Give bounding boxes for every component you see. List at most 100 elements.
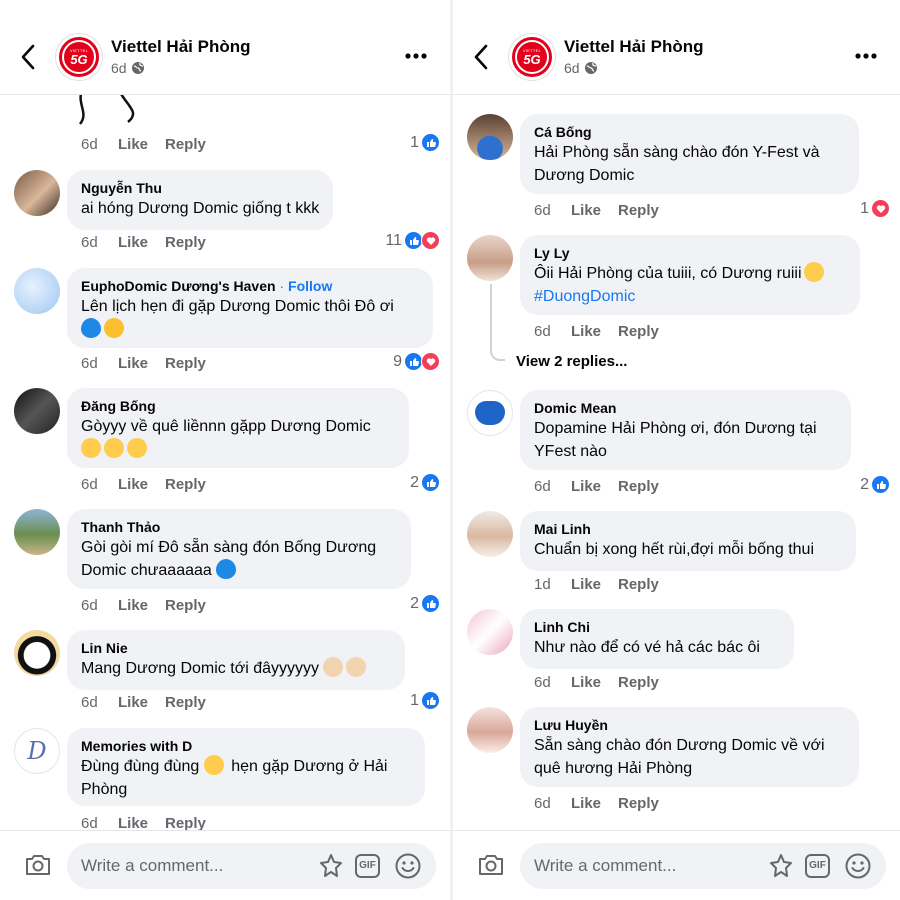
comment-author[interactable]: Lưu Huyền xyxy=(534,716,845,734)
comment-actions: 6d Like Reply xyxy=(81,234,206,251)
comment-author[interactable]: Nguyễn Thu xyxy=(81,179,319,197)
more-options-icon[interactable] xyxy=(404,52,428,60)
page-title[interactable]: Viettel Hải Phòng xyxy=(111,37,251,57)
like-button[interactable]: Like xyxy=(118,694,165,711)
reply-button[interactable]: Reply xyxy=(618,202,659,219)
reply-button[interactable]: Reply xyxy=(618,795,659,812)
reaction-count[interactable]: 9 xyxy=(393,352,440,371)
avatar[interactable] xyxy=(14,388,60,434)
avatar[interactable] xyxy=(467,235,513,281)
like-button[interactable]: Like xyxy=(571,202,618,219)
comment-author[interactable]: EuphoDomic Dương's Haven xyxy=(81,278,276,294)
comment-author[interactable]: Mai Linh xyxy=(534,520,842,538)
comment-input[interactable]: Write a comment... GIF xyxy=(520,843,886,889)
reply-button[interactable]: Reply xyxy=(165,234,206,251)
avatar[interactable] xyxy=(467,511,513,557)
like-button[interactable]: Like xyxy=(118,234,165,251)
like-reaction-icon xyxy=(421,594,440,613)
logo-text: 5G xyxy=(523,52,541,67)
reply-button[interactable]: Reply xyxy=(165,476,206,493)
thumbs-up-emoji-icon xyxy=(323,657,344,677)
reaction-count[interactable]: 2 xyxy=(410,473,440,492)
like-button[interactable]: Like xyxy=(118,476,165,493)
reply-button[interactable]: Reply xyxy=(165,136,206,153)
sticker-icon[interactable] xyxy=(318,853,344,879)
emoji-icon[interactable] xyxy=(394,852,422,880)
comment-text: Gòi gòi mí Đô sẵn sàng đón Bống Dương xyxy=(81,539,377,556)
comment-text-line: Đùng đùng đùng hẹn gặp Dương ở Hải xyxy=(81,755,411,778)
like-button[interactable]: Like xyxy=(118,136,165,153)
comment-author[interactable]: Cá Bống xyxy=(534,123,845,141)
reaction-count[interactable]: 2 xyxy=(860,475,890,494)
reply-button[interactable]: Reply xyxy=(618,478,659,495)
gif-button[interactable]: GIF xyxy=(805,854,830,878)
reply-button[interactable]: Reply xyxy=(618,674,659,691)
like-button[interactable]: Like xyxy=(118,355,165,372)
sticker-icon[interactable] xyxy=(768,853,794,879)
comment-actions: 6d Like Reply xyxy=(534,323,659,340)
reaction-count[interactable]: 1 xyxy=(860,199,890,218)
avatar[interactable] xyxy=(467,114,513,160)
like-button[interactable]: Like xyxy=(571,795,618,812)
avatar[interactable] xyxy=(14,509,60,555)
comment-text: Hải Phòng sẵn sàng chào đón Y-Fest và xyxy=(534,144,820,161)
reply-button[interactable]: Reply xyxy=(618,323,659,340)
like-button[interactable]: Like xyxy=(118,597,165,614)
follow-button[interactable]: Follow xyxy=(288,278,332,294)
emoji-icon[interactable] xyxy=(844,852,872,880)
reaction-count[interactable]: 1 xyxy=(410,691,440,710)
reply-button[interactable]: Reply xyxy=(618,576,659,593)
reaction-count[interactable]: 1 xyxy=(410,133,440,152)
avatar[interactable] xyxy=(467,707,513,753)
comment-input[interactable]: Write a comment... GIF xyxy=(67,843,436,889)
gif-button[interactable]: GIF xyxy=(355,854,380,878)
view-replies-link[interactable]: View 2 replies... xyxy=(516,353,627,370)
reaction-count[interactable]: 11 xyxy=(385,231,440,250)
comment-author[interactable]: Memories with D xyxy=(81,737,411,755)
dopamine-logo-icon xyxy=(475,401,505,425)
comment-author[interactable]: Thanh Thảo xyxy=(81,518,397,536)
comment-bubble: EuphoDomic Dương's Haven · Follow Lên lị… xyxy=(67,268,433,348)
comment-author[interactable]: Đăng Bống xyxy=(81,397,395,415)
avatar[interactable] xyxy=(467,609,513,655)
comment-author[interactable]: Linh Chi xyxy=(534,618,780,636)
reply-button[interactable]: Reply xyxy=(165,355,206,372)
comment-actions: 6d Like Reply xyxy=(81,355,206,372)
comment-author[interactable]: Domic Mean xyxy=(534,399,837,417)
hashtag-link[interactable]: #DuongDomic xyxy=(534,285,846,308)
globe-icon xyxy=(584,62,597,74)
reaction-count[interactable]: 2 xyxy=(410,594,440,613)
reaction-number: 11 xyxy=(385,231,402,249)
avatar[interactable] xyxy=(14,630,60,676)
comment-author[interactable]: Lin Nie xyxy=(81,639,391,657)
comment-bubble: Memories with D Đùng đùng đùng hẹn gặp D… xyxy=(67,728,425,806)
like-button[interactable]: Like xyxy=(571,674,618,691)
comment-bubble: Mai Linh Chuẩn bị xong hết rùi,đợi mỗi b… xyxy=(520,511,856,571)
like-button[interactable]: Like xyxy=(571,576,618,593)
page-logo[interactable]: VIETTEL 5G xyxy=(509,34,555,80)
camera-icon[interactable] xyxy=(477,853,505,877)
back-arrow-icon[interactable] xyxy=(20,44,36,70)
comment-author[interactable]: Ly Ly xyxy=(534,244,846,262)
camera-icon[interactable] xyxy=(24,853,52,877)
page-title[interactable]: Viettel Hải Phòng xyxy=(564,37,704,57)
like-button[interactable]: Like xyxy=(571,323,618,340)
comment-text-continued: Domic chưaaaaaa xyxy=(81,562,212,579)
reply-button[interactable]: Reply xyxy=(165,597,206,614)
avatar[interactable]: D xyxy=(14,728,60,774)
avatar[interactable] xyxy=(14,268,60,314)
post-meta: 6d xyxy=(111,60,145,76)
globe-icon xyxy=(131,62,144,74)
page-logo[interactable]: VIETTEL 5G xyxy=(56,34,102,80)
like-reaction-icon xyxy=(871,475,890,494)
comment-text: Lên lịch hẹn đi gặp Dương Domic thôi Đô … xyxy=(81,298,394,315)
reply-button[interactable]: Reply xyxy=(165,694,206,711)
comment-text: Dopamine Hải Phòng ơi, đón Dương tại xyxy=(534,420,817,437)
avatar[interactable] xyxy=(14,170,60,216)
avatar[interactable] xyxy=(467,390,513,436)
back-arrow-icon[interactable] xyxy=(473,44,489,70)
reaction-number: 2 xyxy=(860,475,869,493)
like-button[interactable]: Like xyxy=(571,478,618,495)
more-options-icon[interactable] xyxy=(854,52,878,60)
comment-time: 6d xyxy=(81,694,98,711)
